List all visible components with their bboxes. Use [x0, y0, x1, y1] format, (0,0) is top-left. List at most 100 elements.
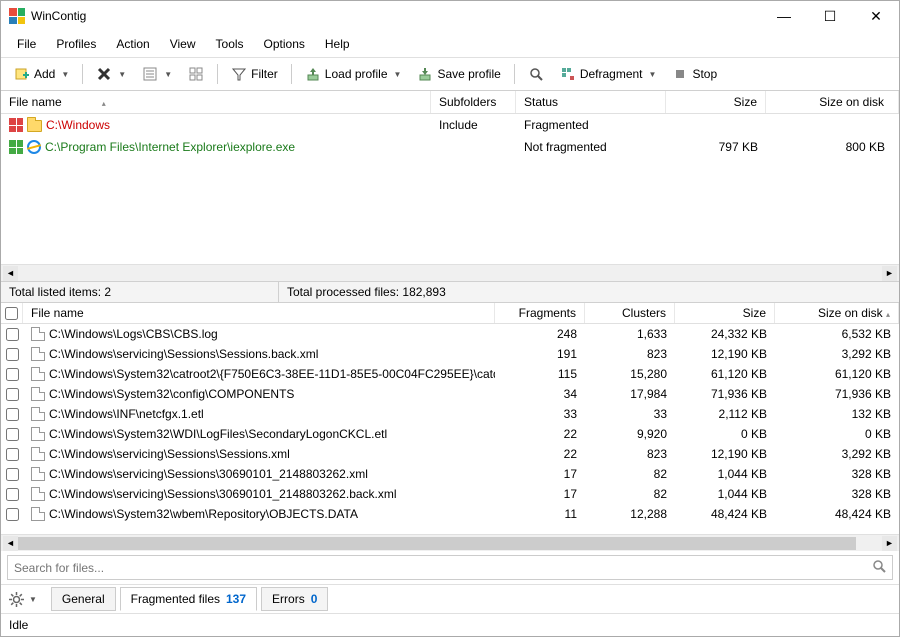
profile-size: 797 KB: [666, 136, 766, 158]
frag-size-on-disk: 328 KB: [775, 484, 899, 504]
menu-file[interactable]: File: [7, 33, 46, 55]
ie-icon: [27, 140, 41, 154]
dropdown-icon: ▼: [61, 70, 69, 79]
maximize-button[interactable]: ☐: [807, 1, 853, 31]
fragmented-list: File name Fragments Clusters Size Size o…: [1, 303, 899, 551]
menu-action[interactable]: Action: [106, 33, 159, 55]
frag-row[interactable]: C:\Windows\System32\catroot2\{F750E6C3-3…: [1, 364, 899, 384]
scroll-thumb[interactable]: [18, 537, 856, 550]
menu-help[interactable]: Help: [315, 33, 360, 55]
frag-row[interactable]: C:\Windows\servicing\Sessions\Sessions.x…: [1, 444, 899, 464]
profile-path: C:\Windows: [46, 118, 110, 132]
col-clusters[interactable]: Clusters: [585, 303, 675, 323]
analyze-button[interactable]: [521, 62, 551, 86]
filter-button[interactable]: Filter: [224, 62, 285, 86]
search-bar[interactable]: [7, 555, 893, 580]
stats-bar: Total listed items: 2 Total processed fi…: [1, 282, 899, 303]
scroll-right-icon[interactable]: ►: [882, 266, 897, 281]
close-button[interactable]: ✕: [853, 1, 899, 31]
frag-size-on-disk: 61,120 KB: [775, 364, 899, 384]
file-icon: [31, 467, 45, 481]
frag-row[interactable]: C:\Windows\Logs\CBS\CBS.log 248 1,633 24…: [1, 324, 899, 344]
save-profile-button[interactable]: Save profile: [410, 62, 507, 86]
file-icon: [31, 447, 45, 461]
defragment-button[interactable]: Defragment ▼: [553, 62, 664, 86]
col-fragments[interactable]: Fragments: [495, 303, 585, 323]
load-profile-button[interactable]: Load profile ▼: [298, 62, 409, 86]
row-checkbox[interactable]: [6, 348, 19, 361]
frag-size: 48,424 KB: [675, 504, 775, 524]
menu-profiles[interactable]: Profiles: [46, 33, 106, 55]
select-all-checkbox[interactable]: [5, 307, 18, 320]
defragment-label: Defragment: [580, 67, 643, 81]
menu-options[interactable]: Options: [254, 33, 315, 55]
search-input[interactable]: [14, 561, 872, 575]
frag-row[interactable]: C:\Windows\servicing\Sessions\30690101_2…: [1, 464, 899, 484]
row-checkbox[interactable]: [6, 328, 19, 341]
load-profile-label: Load profile: [325, 67, 388, 81]
frag-row[interactable]: C:\Windows\System32\config\COMPONENTS 34…: [1, 384, 899, 404]
row-checkbox[interactable]: [6, 408, 19, 421]
menu-view[interactable]: View: [160, 33, 206, 55]
profile-subfolders: [431, 136, 516, 158]
frag-clusters: 17,984: [585, 384, 675, 404]
scroll-left-icon[interactable]: ◄: [3, 536, 18, 551]
profile-row[interactable]: C:\Windows Include Fragmented: [1, 114, 899, 136]
frag-row[interactable]: C:\Windows\System32\WDI\LogFiles\Seconda…: [1, 424, 899, 444]
delete-button[interactable]: ▼: [89, 62, 133, 86]
tab-general[interactable]: General: [51, 587, 116, 611]
dropdown-icon[interactable]: ▼: [29, 595, 37, 604]
profile-row[interactable]: C:\Program Files\Internet Explorer\iexpl…: [1, 136, 899, 158]
row-checkbox[interactable]: [6, 368, 19, 381]
col-status[interactable]: Status: [516, 91, 666, 113]
minimize-button[interactable]: —: [761, 1, 807, 31]
delete-icon: [96, 66, 112, 82]
col-subfolders[interactable]: Subfolders: [431, 91, 516, 113]
frag-header: File name Fragments Clusters Size Size o…: [1, 303, 899, 324]
tab-fragmented[interactable]: Fragmented files137: [120, 587, 257, 611]
col-checkbox[interactable]: [1, 303, 23, 323]
row-checkbox[interactable]: [6, 388, 19, 401]
row-checkbox[interactable]: [6, 468, 19, 481]
frag-size-on-disk: 132 KB: [775, 404, 899, 424]
save-icon: [417, 66, 433, 82]
stop-button[interactable]: Stop: [665, 62, 724, 86]
frag-path: C:\Windows\servicing\Sessions\Sessions.x…: [49, 447, 290, 461]
defrag-icon: [560, 66, 576, 82]
settings-button[interactable]: [7, 590, 25, 608]
col-size[interactable]: Size: [675, 303, 775, 323]
menu-tools[interactable]: Tools: [206, 33, 254, 55]
frag-size-on-disk: 0 KB: [775, 424, 899, 444]
row-checkbox[interactable]: [6, 428, 19, 441]
scroll-left-icon[interactable]: ◄: [3, 266, 18, 281]
frag-row[interactable]: C:\Windows\servicing\Sessions\Sessions.b…: [1, 344, 899, 364]
frag-row[interactable]: C:\Windows\INF\netcfgx.1.etl 33 33 2,112…: [1, 404, 899, 424]
row-checkbox[interactable]: [6, 448, 19, 461]
properties-button[interactable]: ▼: [135, 62, 179, 86]
col-filename[interactable]: File name: [23, 303, 495, 323]
fragmented-icon: [9, 118, 23, 132]
frag-clusters: 823: [585, 344, 675, 364]
frag-path: C:\Windows\System32\WDI\LogFiles\Seconda…: [49, 427, 387, 441]
col-size[interactable]: Size: [666, 91, 766, 113]
add-button[interactable]: Add ▼: [7, 62, 76, 86]
scroll-right-icon[interactable]: ►: [882, 536, 897, 551]
frag-clusters: 823: [585, 444, 675, 464]
col-filename[interactable]: File name: [1, 91, 431, 113]
status-text: Idle: [9, 618, 28, 632]
tab-errors[interactable]: Errors0: [261, 587, 328, 611]
frag-row[interactable]: C:\Windows\System32\wbem\Repository\OBJE…: [1, 504, 899, 524]
col-size-on-disk[interactable]: Size on disk ▴: [775, 303, 899, 323]
grid-button[interactable]: [181, 62, 211, 86]
frag-row[interactable]: C:\Windows\servicing\Sessions\30690101_2…: [1, 484, 899, 504]
row-checkbox[interactable]: [6, 488, 19, 501]
separator: [217, 64, 218, 84]
horizontal-scrollbar[interactable]: ◄ ►: [1, 534, 899, 551]
col-size-on-disk[interactable]: Size on disk: [766, 91, 899, 113]
grid-icon: [188, 66, 204, 82]
search-icon[interactable]: [872, 559, 886, 576]
row-checkbox[interactable]: [6, 508, 19, 521]
horizontal-scrollbar[interactable]: ◄ ►: [1, 264, 899, 281]
profile-size: [666, 114, 766, 136]
dropdown-icon: ▼: [164, 70, 172, 79]
